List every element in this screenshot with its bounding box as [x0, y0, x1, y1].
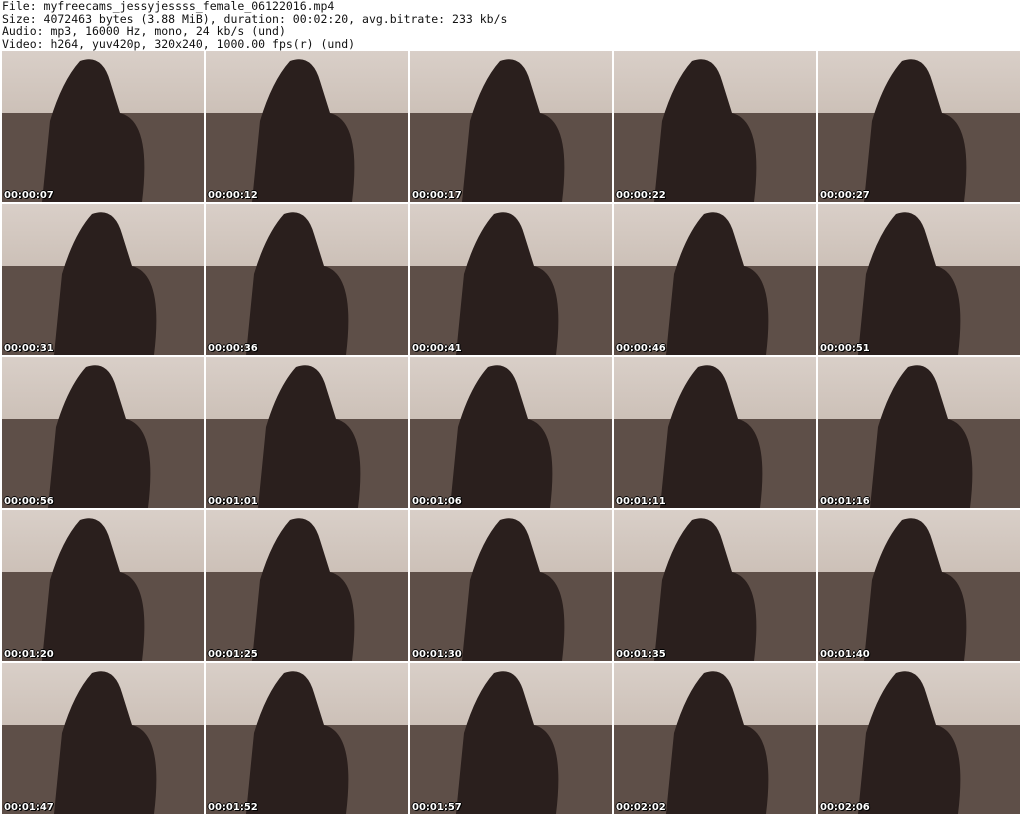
thumbnail-frame[interactable]: 00:00:17 — [410, 51, 612, 202]
frame-timestamp: 00:00:22 — [616, 190, 666, 201]
frame-placeholder-image — [818, 59, 1020, 202]
video-line: Video: h264, yuv420p, 320x240, 1000.00 f… — [2, 36, 356, 51]
frame-timestamp: 00:01:35 — [616, 649, 666, 660]
thumbnail-frame[interactable]: 00:00:41 — [410, 204, 612, 355]
frame-timestamp: 00:01:16 — [820, 496, 870, 507]
thumbnail-frame[interactable]: 00:02:02 — [614, 663, 816, 814]
frame-timestamp: 00:01:52 — [208, 802, 258, 813]
thumbnail-frame[interactable]: 00:01:30 — [410, 510, 612, 661]
thumbnail-frame[interactable]: 00:02:06 — [818, 663, 1020, 814]
thumbnail-frame[interactable]: 00:00:07 — [2, 51, 204, 202]
frame-placeholder-image — [2, 671, 204, 814]
frame-placeholder-image — [614, 365, 816, 508]
thumbnail-frame[interactable]: 00:00:12 — [206, 51, 408, 202]
thumbnail-frame[interactable]: 00:01:01 — [206, 357, 408, 508]
frame-timestamp: 00:00:07 — [4, 190, 54, 201]
frame-timestamp: 00:01:40 — [820, 649, 870, 660]
thumbnail-frame[interactable]: 00:00:22 — [614, 51, 816, 202]
frame-placeholder-image — [206, 671, 408, 814]
thumbnail-frame[interactable]: 00:00:27 — [818, 51, 1020, 202]
thumbnail-frame[interactable]: 00:00:46 — [614, 204, 816, 355]
frame-placeholder-image — [206, 59, 408, 202]
frame-placeholder-image — [206, 518, 408, 661]
frame-timestamp: 00:00:27 — [820, 190, 870, 201]
frame-timestamp: 00:01:20 — [4, 649, 54, 660]
frame-placeholder-image — [410, 518, 612, 661]
frame-timestamp: 00:01:25 — [208, 649, 258, 660]
frame-placeholder-image — [2, 365, 204, 508]
audio-line: Audio: mp3, 16000 Hz, mono, 24 kb/s (und… — [2, 24, 286, 38]
frame-placeholder-image — [818, 518, 1020, 661]
frame-placeholder-image — [410, 671, 612, 814]
frame-placeholder-image — [614, 212, 816, 355]
frame-placeholder-image — [614, 518, 816, 661]
frame-timestamp: 00:02:06 — [820, 802, 870, 813]
frame-placeholder-image — [410, 212, 612, 355]
frame-timestamp: 00:00:51 — [820, 343, 870, 354]
thumbnail-frame[interactable]: 00:01:40 — [818, 510, 1020, 661]
frame-placeholder-image — [2, 212, 204, 355]
frame-timestamp: 00:00:17 — [412, 190, 462, 201]
frame-timestamp: 00:00:46 — [616, 343, 666, 354]
frame-timestamp: 00:00:12 — [208, 190, 258, 201]
frame-timestamp: 00:00:31 — [4, 343, 54, 354]
frame-timestamp: 00:00:41 — [412, 343, 462, 354]
thumbnail-frame[interactable]: 00:01:52 — [206, 663, 408, 814]
frame-timestamp: 00:01:30 — [412, 649, 462, 660]
thumbnail-frame[interactable]: 00:01:11 — [614, 357, 816, 508]
thumbnail-grid: 00:00:07 00:00:12 00:00:17 00:00:22 00:00:27… — [2, 51, 1020, 814]
thumbnail-frame[interactable]: 00:00:36 — [206, 204, 408, 355]
frame-placeholder-image — [410, 59, 612, 202]
thumbnail-frame[interactable]: 00:00:31 — [2, 204, 204, 355]
frame-placeholder-image — [818, 212, 1020, 355]
frame-timestamp: 00:02:02 — [616, 802, 666, 813]
thumbnail-frame[interactable]: 00:01:47 — [2, 663, 204, 814]
thumbnail-frame[interactable]: 00:01:20 — [2, 510, 204, 661]
thumbnail-frame[interactable]: 00:00:56 — [2, 357, 204, 508]
file-name-line: File: myfreecams_jessyjessss_female_0612… — [2, 0, 335, 13]
thumbnail-frame[interactable]: 00:00:51 — [818, 204, 1020, 355]
thumbnail-frame[interactable]: 00:01:16 — [818, 357, 1020, 508]
frame-placeholder-image — [614, 671, 816, 814]
frame-timestamp: 00:01:01 — [208, 496, 258, 507]
frame-placeholder-image — [2, 59, 204, 202]
frame-placeholder-image — [206, 365, 408, 508]
frame-timestamp: 00:00:56 — [4, 496, 54, 507]
thumbnail-frame[interactable]: 00:01:35 — [614, 510, 816, 661]
frame-placeholder-image — [818, 671, 1020, 814]
thumbnail-frame[interactable]: 00:01:25 — [206, 510, 408, 661]
frame-placeholder-image — [206, 212, 408, 355]
frame-placeholder-image — [818, 365, 1020, 508]
frame-placeholder-image — [410, 365, 612, 508]
thumbnail-frame[interactable]: 00:01:57 — [410, 663, 612, 814]
frame-timestamp: 00:00:36 — [208, 343, 258, 354]
thumbnail-frame[interactable]: 00:01:06 — [410, 357, 612, 508]
frame-placeholder-image — [614, 59, 816, 202]
frame-timestamp: 00:01:57 — [412, 802, 462, 813]
frame-placeholder-image — [2, 518, 204, 661]
frame-timestamp: 00:01:06 — [412, 496, 462, 507]
file-info: File: myfreecams_jessyjessss_female_0612… — [2, 0, 507, 50]
frame-timestamp: 00:01:47 — [4, 802, 54, 813]
frame-timestamp: 00:01:11 — [616, 496, 666, 507]
